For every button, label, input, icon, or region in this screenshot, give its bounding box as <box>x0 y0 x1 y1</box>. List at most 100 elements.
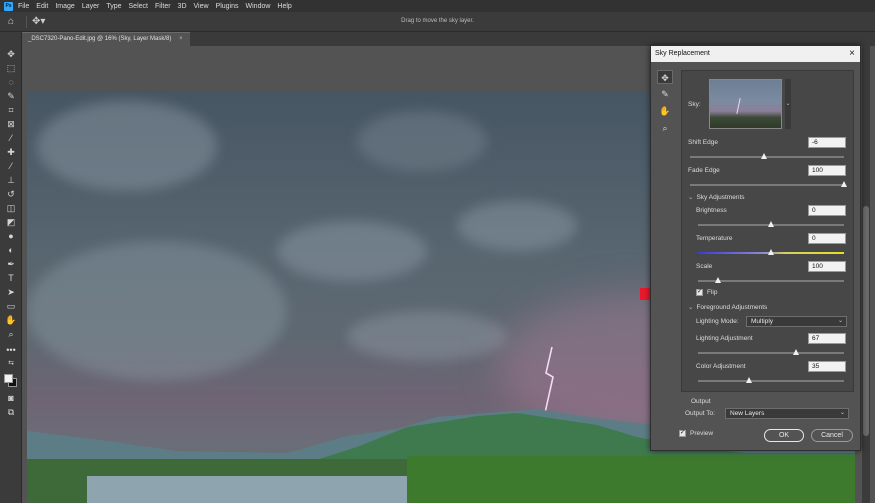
zoom-tool-icon[interactable]: ⌕ <box>4 328 18 340</box>
menu-file[interactable]: File <box>18 3 29 10</box>
menu-edit[interactable]: Edit <box>36 3 48 10</box>
temperature-slider-thumb[interactable] <box>768 249 774 255</box>
color-adjustment-input[interactable]: 35 <box>808 361 846 372</box>
menu-plugins[interactable]: Plugins <box>216 3 239 10</box>
shift-edge-slider-thumb[interactable] <box>760 153 767 159</box>
brightness-input[interactable]: 0 <box>808 205 846 216</box>
lighting-adjustment-slider-thumb[interactable] <box>792 349 799 355</box>
eyedropper-tool-icon[interactable]: ⁄ <box>4 132 18 144</box>
document-tab-close-icon[interactable]: × <box>179 36 183 42</box>
pen-tool-icon[interactable]: ✒ <box>4 258 18 270</box>
quick-mask-icon[interactable]: ◙ <box>4 392 18 404</box>
sky-brush-tool-icon[interactable]: ✎ <box>657 87 673 101</box>
lighting-mode-value: Multiply <box>751 318 774 325</box>
lighting-mode-label: Lighting Mode: <box>696 318 739 325</box>
menu-window[interactable]: Window <box>246 3 271 10</box>
crop-tool-icon[interactable]: ⌗ <box>4 104 18 116</box>
sky-move-tool-icon[interactable]: ✥ <box>657 70 673 84</box>
sky-label: Sky: <box>688 101 701 108</box>
sky-preset-dropdown-icon[interactable]: ⌄ <box>785 79 791 129</box>
zoom-tool-icon[interactable]: ⌕ <box>657 121 673 135</box>
preview-checkbox[interactable]: ✓ <box>679 430 686 437</box>
menu-select[interactable]: Select <box>129 3 148 10</box>
menu-help[interactable]: Help <box>277 3 291 10</box>
temperature-input[interactable]: 0 <box>808 233 846 244</box>
chevron-down-icon: ⌄ <box>688 304 694 311</box>
document-tab-bar: _DSC7320-Pano-Edit.jpg @ 16% (Sky, Layer… <box>22 32 875 46</box>
fade-edge-slider[interactable] <box>690 181 847 187</box>
sky-preset-thumbnail[interactable] <box>709 79 782 129</box>
move-tool-icon[interactable]: ✥ <box>4 48 18 60</box>
chevron-down-icon: ⌄ <box>688 194 694 201</box>
fade-edge-input[interactable]: 100 <box>808 165 846 176</box>
brightness-slider[interactable] <box>698 221 844 227</box>
quick-select-tool-icon[interactable]: ✎ <box>4 90 18 102</box>
dialog-close-icon[interactable]: × <box>849 46 855 62</box>
menu-view[interactable]: View <box>194 3 209 10</box>
options-hint: Drag to move the sky layer. <box>401 18 474 24</box>
clone-stamp-tool-icon[interactable]: ⊥ <box>4 174 18 186</box>
menu-3d[interactable]: 3D <box>178 3 187 10</box>
output-to-value: New Layers <box>730 410 765 417</box>
foreground-color-swatch[interactable] <box>4 374 13 383</box>
scrollbar-thumb[interactable] <box>863 206 869 436</box>
output-to-label: Output To: <box>685 410 715 417</box>
color-adjustment-slider-thumb[interactable] <box>746 377 753 383</box>
frame-tool-icon[interactable]: ⊠ <box>4 118 18 130</box>
marquee-tool-icon[interactable]: ⬚ <box>4 62 18 74</box>
sky-adjustments-label: Sky Adjustments <box>696 194 745 201</box>
flip-label: Flip <box>707 289 718 296</box>
sky-adjustments-header[interactable]: ⌄ Sky Adjustments <box>688 193 745 201</box>
history-brush-tool-icon[interactable]: ↺ <box>4 188 18 200</box>
sky-replacement-dialog: Sky Replacement × ✥ ✎ ✋ ⌕ Sky: ⌄ Shift E… <box>650 45 861 451</box>
type-tool-icon[interactable]: T <box>4 272 18 284</box>
app-logo[interactable]: Ps <box>4 1 13 11</box>
scale-slider[interactable] <box>698 277 844 283</box>
lighting-adjustment-slider[interactable] <box>698 349 844 355</box>
shift-edge-slider[interactable] <box>690 153 844 159</box>
screen-mode-icon[interactable]: ⧉ <box>4 406 18 418</box>
preview-label: Preview <box>690 430 714 437</box>
fade-edge-slider-thumb[interactable] <box>841 181 847 187</box>
swap-colors-icon[interactable]: ⇆ <box>4 358 18 370</box>
lighting-adjustment-label: Lighting Adjustment <box>696 335 753 342</box>
menu-layer[interactable]: Layer <box>82 3 100 10</box>
gradient-tool-icon[interactable]: ◩ <box>4 216 18 228</box>
lasso-tool-icon[interactable]: ◌ <box>4 76 18 88</box>
healing-brush-tool-icon[interactable]: ✚ <box>4 146 18 158</box>
rectangle-tool-icon[interactable]: ▭ <box>4 300 18 312</box>
lighting-mode-select[interactable]: Multiply ⌄ <box>746 316 847 327</box>
foreground-adjustments-header[interactable]: ⌄ Foreground Adjustments <box>688 303 767 311</box>
dialog-tools: ✥ ✎ ✋ ⌕ <box>657 70 675 140</box>
menu-image[interactable]: Image <box>55 3 74 10</box>
menu-type[interactable]: Type <box>106 3 121 10</box>
sky-settings-panel: Sky: ⌄ Shift Edge -6 Fade Edge 100 ⌄ Sky … <box>681 70 854 392</box>
output-section: Output Output To: New Layers ⌄ <box>681 398 854 423</box>
canvas-scrollbar[interactable] <box>862 46 870 503</box>
trees-right <box>407 456 855 503</box>
flip-checkbox[interactable]: ✓ <box>696 289 703 296</box>
cancel-button[interactable]: Cancel <box>811 429 853 442</box>
shift-edge-input[interactable]: -6 <box>808 137 846 148</box>
temperature-slider[interactable] <box>698 249 844 255</box>
blur-tool-icon[interactable]: ● <box>4 230 18 242</box>
dodge-tool-icon[interactable]: ◐ <box>4 244 18 256</box>
menu-filter[interactable]: Filter <box>155 3 171 10</box>
hand-tool-icon[interactable]: ✋ <box>657 104 673 118</box>
eraser-tool-icon[interactable]: ◫ <box>4 202 18 214</box>
brush-tool-icon[interactable]: ⁄ <box>4 160 18 172</box>
scale-slider-thumb[interactable] <box>715 277 722 283</box>
hand-tool-icon[interactable]: ✋ <box>4 314 18 326</box>
output-to-select[interactable]: New Layers ⌄ <box>725 408 849 419</box>
options-bar: ⌂ ✥▾ Drag to move the sky layer. <box>0 12 875 32</box>
scale-input[interactable]: 100 <box>808 261 846 272</box>
document-tab[interactable]: _DSC7320-Pano-Edit.jpg @ 16% (Sky, Layer… <box>22 32 190 46</box>
document-tab-title: _DSC7320-Pano-Edit.jpg @ 16% (Sky, Layer… <box>28 36 172 42</box>
color-adjustment-slider[interactable] <box>698 377 844 383</box>
path-select-tool-icon[interactable]: ➤ <box>4 286 18 298</box>
ok-button[interactable]: OK <box>764 429 804 442</box>
lighting-adjustment-input[interactable]: 67 <box>808 333 846 344</box>
brightness-slider-thumb[interactable] <box>768 221 774 227</box>
foreground-adjustments-label: Foreground Adjustments <box>696 304 768 311</box>
more-tools-icon[interactable]: ••• <box>4 344 18 356</box>
